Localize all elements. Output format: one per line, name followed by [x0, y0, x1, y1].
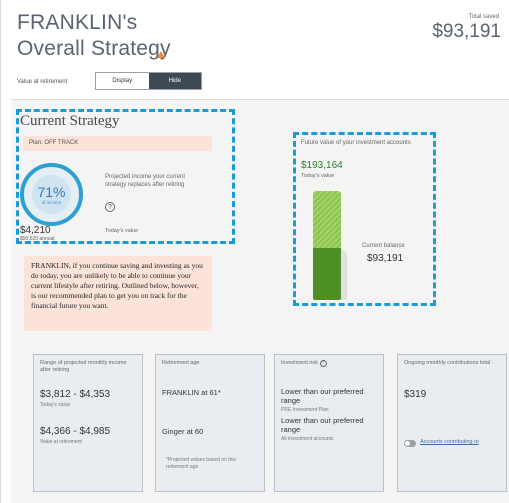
- total-saved-value: $93,191: [432, 21, 501, 42]
- income-range-today: $3,812 - $4,353: [40, 389, 111, 400]
- total-saved-label: Total saved: [468, 14, 499, 20]
- retirement-age-person2: Ginger at 60: [162, 427, 204, 436]
- annual-income-amount: $50,520 annual: [20, 236, 55, 242]
- income-replacement-ring-inner: 71% of income: [32, 175, 71, 214]
- investment-risk-header-text: Investment risk: [281, 360, 318, 366]
- strategy-panel: Current Strategy Plan: OFF TRACK 71% of …: [11, 99, 509, 503]
- monthly-income-amount: $4,210: [20, 225, 51, 236]
- hide-button[interactable]: Hide: [148, 73, 201, 89]
- plan-status-badge: Plan: OFF TRACK: [23, 136, 212, 151]
- contributions-header: Ongoing monthly contributions total: [404, 360, 491, 366]
- investment-risk-1-sub: PRE Investment Plan: [281, 407, 329, 413]
- income-range-today-label: Today's value: [40, 402, 71, 408]
- income-replacement-percent: 71%: [37, 183, 66, 200]
- current-strategy-title: Current Strategy: [20, 113, 120, 129]
- income-range-retirement-label: Value at retirement: [40, 439, 82, 445]
- income-range-header: Range of projected monthly income after …: [40, 360, 127, 374]
- future-value-today-label: Today's value: [301, 173, 335, 179]
- current-balance-bar: [313, 248, 341, 300]
- retirement-age-footnote: *Projected values based on this retireme…: [166, 457, 237, 470]
- warning-triangle-icon[interactable]: [157, 51, 165, 58]
- page-title-line1: FRANKLIN's: [17, 11, 138, 34]
- retirement-age-person1: FRANKLIN at 61*: [162, 388, 221, 397]
- investment-risk-2: Lower than our preferred range: [281, 416, 364, 434]
- accounts-contributing-link[interactable]: Accounts contributing to: [420, 439, 479, 445]
- bar-shadow: [341, 248, 347, 300]
- display-button[interactable]: Display: [96, 73, 149, 89]
- current-balance-label: Current balance: [362, 243, 405, 249]
- page-title-line2: Overall Strategy: [17, 37, 171, 60]
- income-range-card: Range of projected monthly income after …: [33, 354, 143, 492]
- strategy-page: FRANKLIN's Overall Strategy Total saved …: [0, 0, 509, 503]
- retirement-age-header: Retirement age: [162, 360, 200, 366]
- income-replacement-caption: of income: [41, 199, 62, 205]
- value-at-retirement-label: Value at retirement: [17, 79, 68, 85]
- off-track-message: FRANKLIN, if you continue saving and inv…: [24, 256, 212, 331]
- contributions-card: Ongoing monthly contributions total $319…: [397, 354, 507, 492]
- value-at-retirement-toggle: Display Hide: [95, 72, 202, 90]
- balance-bar-chart: [313, 191, 347, 300]
- retirement-age-card: Retirement age FRANKLIN at 61* Ginger at…: [155, 354, 265, 492]
- current-balance-value: $93,191: [367, 253, 404, 264]
- accounts-toggle[interactable]: [404, 440, 416, 447]
- future-value-amount: $193,164: [301, 160, 343, 171]
- question-circle-icon[interactable]: ?: [105, 202, 115, 212]
- contributions-amount: $319: [404, 389, 427, 400]
- future-value-bar: [313, 191, 341, 250]
- investment-risk-2-sub: All investment accounts: [281, 436, 334, 442]
- income-range-retirement: $4,366 - $4,985: [40, 426, 111, 437]
- investment-risk-header: Investment risk ?: [281, 360, 377, 367]
- income-replacement-ring: 71% of income: [20, 163, 83, 226]
- projected-income-text: Projected income your current strategy r…: [105, 174, 186, 189]
- investment-risk-card: Investment risk ? Lower than our preferr…: [274, 354, 384, 492]
- question-circle-icon[interactable]: ?: [319, 360, 327, 367]
- investment-risk-1: Lower than our preferred range: [281, 387, 364, 405]
- future-value-label: Future value of your investment accounts: [301, 140, 411, 146]
- todays-value-label: Today's value: [105, 228, 139, 234]
